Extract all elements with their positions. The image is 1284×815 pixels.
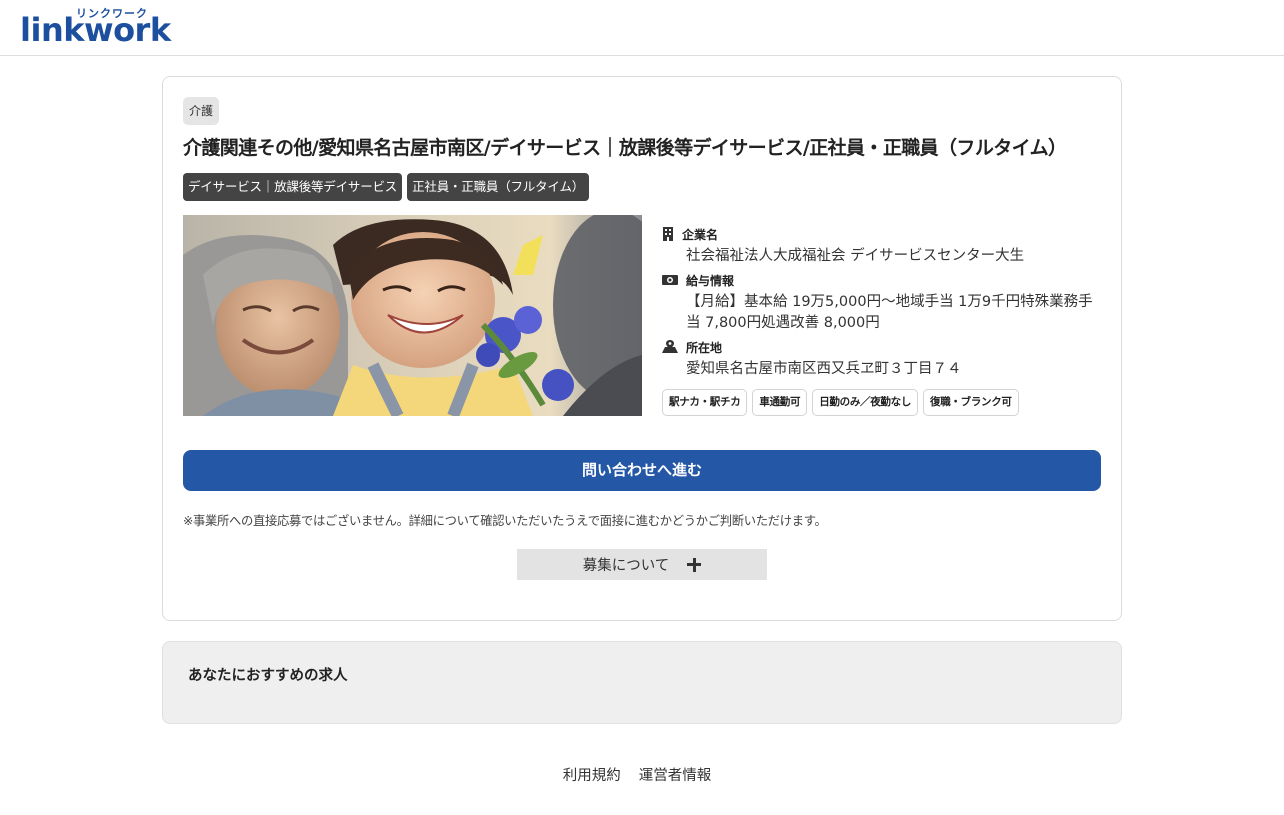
feature-tag: 復職・ブランク可: [923, 389, 1019, 416]
terms-link[interactable]: 利用規約: [563, 764, 621, 785]
application-notice: ※事業所への直接応募ではございません。詳細について確認いただいたうえで面接に進む…: [183, 514, 827, 528]
company-label: 企業名: [662, 225, 1102, 243]
job-title: 介護関連その他/愛知県名古屋市南区/デイサービス｜放課後等デイサービス/正社員・…: [183, 137, 1067, 159]
service-type-tag: デイサービス｜放課後等デイサービス: [183, 173, 403, 201]
employment-type-tag: 正社員・正職員（フルタイム）: [407, 173, 590, 201]
job-info: 企業名 社会福祉法人大成福祉会 デイサービスセンター大生 給与情報 【月給】基本…: [662, 225, 1102, 416]
feature-tags: 駅ナカ・駅チカ 車通勤可 日勤のみ／夜勤なし 復職・ブランク可: [662, 389, 1102, 416]
logo-word: linkwork: [20, 11, 171, 49]
salary-label: 給与情報: [662, 271, 1102, 289]
salary-label-text: 給与情報: [686, 273, 735, 288]
map-pin-icon: [662, 340, 678, 353]
location-label: 所在地: [662, 338, 1102, 356]
location-label-text: 所在地: [686, 340, 723, 355]
operator-info-link[interactable]: 運営者情報: [639, 764, 712, 785]
job-photo: [183, 215, 642, 416]
feature-tag: 車通勤可: [752, 389, 808, 416]
feature-tag: 日勤のみ／夜勤なし: [812, 389, 919, 416]
site-header: リンクワーク linkwork: [0, 0, 1284, 56]
salary-value: 【月給】基本給 19万5,000円～地域手当 1万9千円特殊業務手当 7,800…: [686, 294, 1093, 331]
recruitment-details-label: 募集について: [582, 558, 670, 574]
footer-links: 利用規約 運営者情報: [0, 764, 1284, 785]
money-icon: [662, 275, 678, 285]
building-icon: [663, 227, 673, 241]
linkwork-logo[interactable]: リンクワーク linkwork: [20, 8, 171, 47]
feature-tag: 駅ナカ・駅チカ: [662, 389, 748, 416]
plus-icon: [687, 557, 702, 572]
job-card: 介護 介護関連その他/愛知県名古屋市南区/デイサービス｜放課後等デイサービス/正…: [162, 76, 1122, 621]
recommended-jobs-title: あなたにおすすめの求人: [188, 668, 348, 684]
recruitment-details-toggle[interactable]: 募集について: [517, 549, 767, 580]
location-value: 愛知県名古屋市南区西又兵ヱ町３丁目７４: [686, 361, 962, 377]
company-name: 社会福祉法人大成福祉会 デイサービスセンター大生: [686, 248, 1025, 264]
category-badge: 介護: [183, 97, 220, 125]
caregivers-photo: [183, 215, 642, 416]
company-label-text: 企業名: [682, 227, 719, 242]
recommended-jobs: あなたにおすすめの求人: [162, 641, 1122, 724]
job-tags: デイサービス｜放課後等デイサービス 正社員・正職員（フルタイム）: [183, 173, 590, 201]
contact-button[interactable]: 問い合わせへ進む: [183, 450, 1101, 491]
